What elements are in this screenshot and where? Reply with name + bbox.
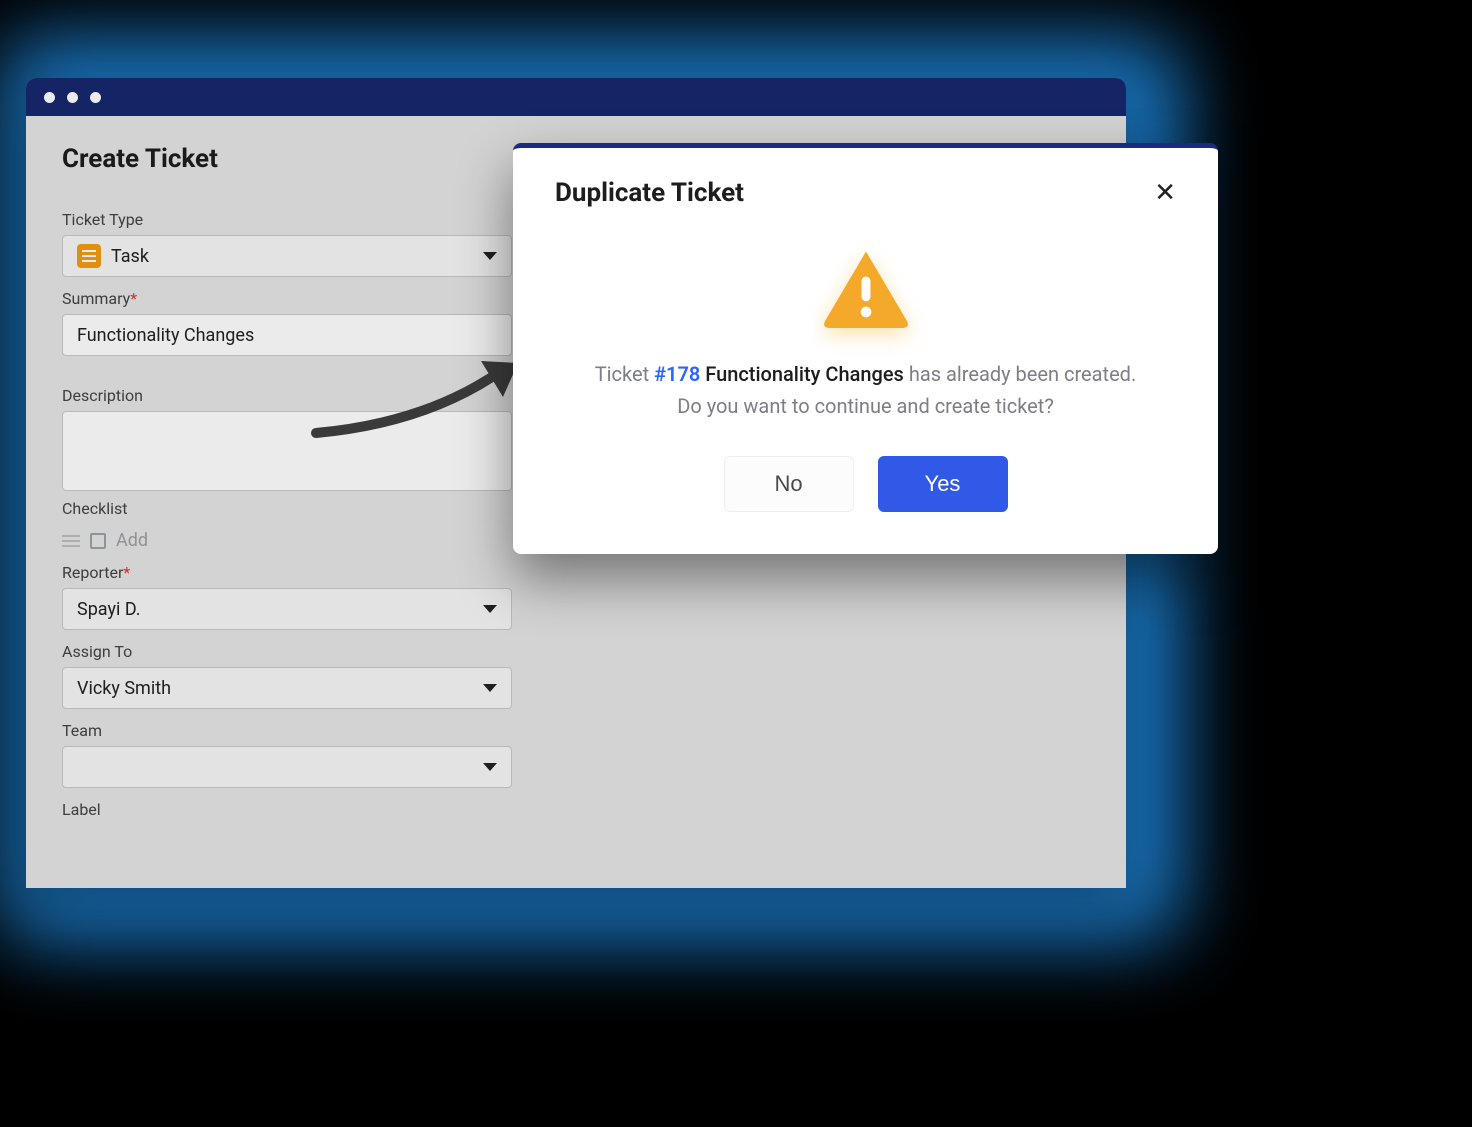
modal-message: Ticket #178 Functionality Changes has al… xyxy=(555,358,1176,422)
ticket-type-select[interactable]: Task xyxy=(62,235,512,277)
assign-to-select[interactable]: Vicky Smith xyxy=(62,667,512,709)
chevron-down-icon xyxy=(483,605,497,613)
window-titlebar xyxy=(26,78,1126,116)
reporter-value: Spayi D. xyxy=(77,599,140,620)
yes-button[interactable]: Yes xyxy=(878,456,1008,512)
close-icon[interactable]: ✕ xyxy=(1154,180,1176,206)
ticket-type-value: Task xyxy=(111,246,149,267)
team-label: Team xyxy=(62,721,1090,740)
drag-handle-icon xyxy=(62,535,80,547)
summary-input[interactable]: Functionality Changes xyxy=(62,314,512,356)
checkbox-icon[interactable] xyxy=(90,533,106,549)
chevron-down-icon xyxy=(483,684,497,692)
checklist-add-label: Add xyxy=(116,530,148,551)
assign-to-value: Vicky Smith xyxy=(77,678,171,699)
warning-icon xyxy=(821,248,911,328)
assign-to-label: Assign To xyxy=(62,642,1090,661)
team-select[interactable] xyxy=(62,746,512,788)
summary-value: Functionality Changes xyxy=(77,325,254,346)
window-control-dot[interactable] xyxy=(90,92,101,103)
task-icon xyxy=(77,244,101,268)
duplicate-ticket-name: Functionality Changes xyxy=(705,362,904,386)
chevron-down-icon xyxy=(483,252,497,260)
chevron-down-icon xyxy=(483,763,497,771)
reporter-select[interactable]: Spayi D. xyxy=(62,588,512,630)
window-control-dot[interactable] xyxy=(44,92,55,103)
window-control-dot[interactable] xyxy=(67,92,78,103)
reporter-label: Reporter* xyxy=(62,563,1090,582)
modal-line2: Do you want to continue and create ticke… xyxy=(677,394,1054,418)
modal-suffix: has already been created. xyxy=(909,362,1136,386)
no-button[interactable]: No xyxy=(724,456,854,512)
duplicate-ticket-link[interactable]: #178 xyxy=(654,362,700,386)
modal-prefix: Ticket xyxy=(595,362,654,386)
duplicate-ticket-modal: Duplicate Ticket ✕ Ticket #178 Functiona… xyxy=(513,143,1218,554)
description-input[interactable] xyxy=(62,411,512,491)
modal-title: Duplicate Ticket xyxy=(555,178,744,208)
label-field-label: Label xyxy=(62,800,1090,819)
